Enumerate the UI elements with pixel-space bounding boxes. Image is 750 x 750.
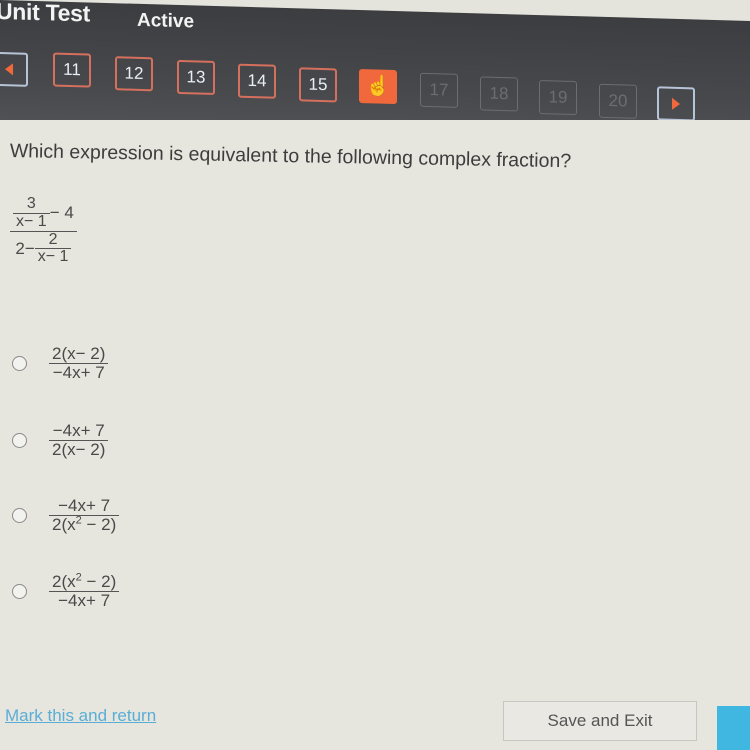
next-question-button[interactable] (657, 86, 695, 122)
inner-denominator-bottom: x− 1 (37, 248, 69, 266)
question-panel (0, 120, 750, 750)
inner-denominator-top: 2 (48, 230, 58, 248)
question-12-button[interactable]: 12 (115, 56, 153, 92)
option-denominator: −4x+ 7 (58, 590, 111, 610)
hand-pointer-icon: ☝ (365, 75, 391, 98)
save-and-exit-button[interactable]: Save and Exit (503, 701, 697, 741)
denominator-lead: 2− (15, 238, 35, 258)
option-denominator: 2(x2 − 2) (52, 514, 117, 534)
radio-button[interactable] (12, 355, 27, 371)
mark-and-return-link[interactable]: Mark this and return (5, 706, 156, 726)
question-17-button: 17 (420, 72, 458, 108)
numerator-rest: − 4 (49, 203, 74, 223)
test-title: Unit Test (0, 0, 90, 27)
question-20-button: 20 (599, 83, 637, 119)
answer-option-b[interactable]: −4x+ 7 2(x− 2) (12, 421, 109, 459)
inner-numerator-bottom: x− 1 (16, 212, 47, 230)
option-numerator: −4x+ 7 (58, 496, 111, 515)
inner-numerator-top: 3 (26, 195, 36, 212)
question-11-button[interactable]: 11 (53, 52, 91, 88)
radio-button[interactable] (12, 507, 27, 523)
question-16-button-current[interactable]: ☝ (359, 69, 397, 105)
radio-button[interactable] (12, 583, 27, 599)
question-15-button[interactable]: 15 (299, 67, 337, 103)
arrow-left-icon (5, 63, 13, 76)
option-numerator: −4x+ 7 (52, 421, 105, 440)
arrow-right-icon (672, 97, 680, 110)
complex-fraction: 3 x− 1 − 4 2− 2 x− 1 (10, 195, 77, 266)
next-button[interactable] (717, 706, 750, 750)
answer-option-c[interactable]: −4x+ 7 2(x2 − 2) (12, 496, 120, 534)
option-numerator: 2(x2 − 2) (52, 571, 117, 591)
question-14-button[interactable]: 14 (238, 63, 276, 99)
option-numerator: 2(x− 2) (52, 344, 106, 363)
question-19-button: 19 (539, 80, 577, 116)
option-denominator: 2(x− 2) (52, 439, 106, 459)
answer-option-d[interactable]: 2(x2 − 2) −4x+ 7 (12, 571, 120, 610)
question-13-button[interactable]: 13 (177, 59, 215, 96)
radio-button[interactable] (12, 432, 27, 448)
option-denominator: −4x+ 7 (52, 362, 105, 382)
question-18-button: 18 (480, 76, 518, 112)
previous-question-button[interactable] (0, 51, 28, 87)
answer-option-a[interactable]: 2(x− 2) −4x+ 7 (12, 344, 109, 382)
test-status: Active (137, 9, 195, 33)
